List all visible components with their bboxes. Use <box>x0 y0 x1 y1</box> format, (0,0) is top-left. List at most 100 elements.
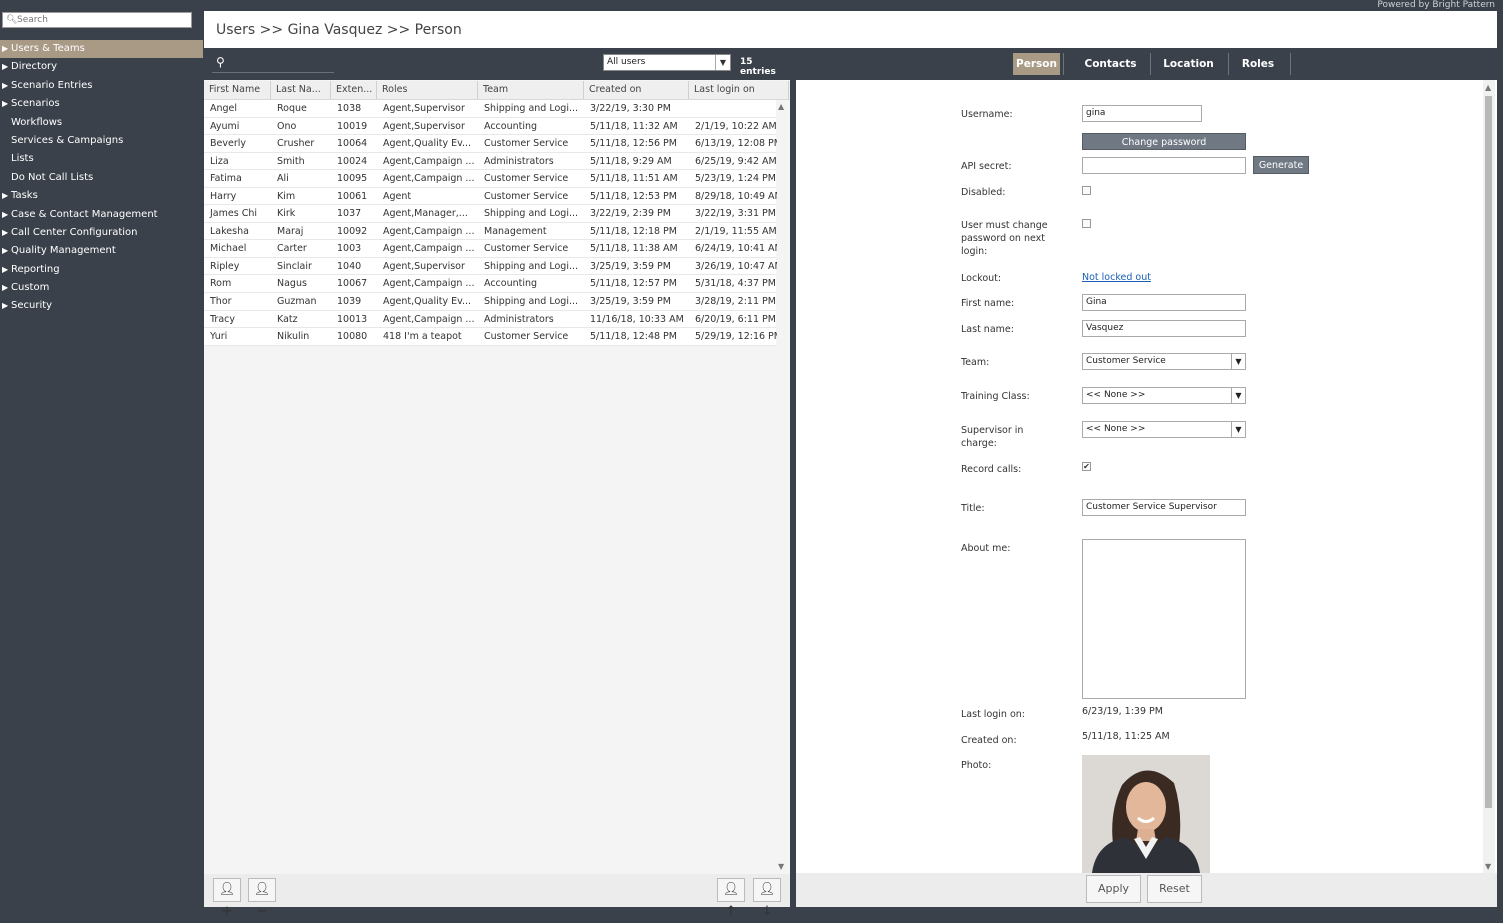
table-row[interactable]: Beverly Crusher 10064 Agent,Quality Ev... Cu… <box>204 135 779 153</box>
scroll-down-icon[interactable]: ▼ <box>1485 862 1491 871</box>
column-header[interactable]: Exten... <box>331 81 377 99</box>
table-row[interactable]: Ayumi Ono 10019 Agent,Supervisor Accounting 5… <box>204 117 777 136</box>
last-login-label: Last login on: <box>961 709 1026 720</box>
disabled-checkbox[interactable] <box>1082 186 1091 195</box>
column-header[interactable]: Team <box>478 81 584 99</box>
scroll-thumb[interactable] <box>1485 96 1492 808</box>
sidebar-item-users-teams[interactable]: ▶ Users & Teams <box>0 40 203 59</box>
table-cell: Kirk <box>277 208 296 220</box>
expand-arrow-icon[interactable]: ▶ <box>2 206 8 224</box>
lockout-link[interactable]: Not locked out <box>1082 272 1151 283</box>
generate-button[interactable]: Generate <box>1253 156 1309 174</box>
form-scrollbar[interactable]: ▲ ▼ <box>1483 80 1495 873</box>
table-cell: Customer Service <box>484 331 569 343</box>
expand-arrow-icon[interactable]: ▶ <box>2 279 8 297</box>
sidebar-item-workflows[interactable]: Workflows <box>0 114 203 132</box>
sidebar-item-lists[interactable]: Lists <box>0 150 203 168</box>
table-cell: 10061 <box>337 190 368 202</box>
table-cell: Shipping and Logi... <box>484 260 579 272</box>
column-header[interactable]: Last Na... <box>271 81 331 99</box>
expand-arrow-icon[interactable]: ▶ <box>2 224 8 242</box>
tab-location[interactable]: Location <box>1156 53 1221 75</box>
sidebar-item-custom[interactable]: ▶ Custom <box>0 279 203 297</box>
expand-arrow-icon[interactable]: ▶ <box>2 187 8 205</box>
expand-arrow-icon[interactable]: ▶ <box>2 40 8 58</box>
change-password-button[interactable]: Change password <box>1082 133 1246 150</box>
created-on-value: 5/11/18, 11:25 AM <box>1082 731 1170 742</box>
expand-arrow-icon[interactable]: ▶ <box>2 77 8 95</box>
title-input[interactable]: Customer Service Supervisor <box>1082 499 1246 516</box>
column-header[interactable]: Last login on <box>689 81 789 99</box>
table-cell: Beverly <box>210 138 246 150</box>
user-filter-select[interactable]: All users ▼ <box>603 54 731 71</box>
expand-arrow-icon[interactable]: ▶ <box>2 58 8 76</box>
column-header[interactable]: Roles <box>377 81 478 99</box>
table-row[interactable]: Fatima Ali 10095 Agent,Campaign ... Customer… <box>204 170 776 188</box>
username-input[interactable]: gina <box>1082 105 1202 122</box>
record-calls-checkbox[interactable]: ✔ <box>1082 462 1091 471</box>
import-users-button[interactable]: 👤︎↓ <box>753 878 781 919</box>
training-class-select[interactable]: << None >> ▼ <box>1082 387 1246 404</box>
expand-arrow-icon[interactable]: ▶ <box>2 242 8 260</box>
tab-person[interactable]: Person <box>1013 53 1060 75</box>
expand-arrow-icon[interactable]: ▶ <box>2 95 8 113</box>
sidebar-item-tasks[interactable]: ▶ Tasks <box>0 187 203 205</box>
first-name-input[interactable]: Gina <box>1082 294 1246 311</box>
sidebar-item-label: Scenario Entries <box>11 79 93 91</box>
export-users-button[interactable]: 👤︎↑ <box>717 878 745 919</box>
scroll-up-icon[interactable]: ▲ <box>778 102 784 111</box>
table-cell: Kim <box>277 190 296 202</box>
must-change-password-checkbox[interactable] <box>1082 219 1091 228</box>
sidebar-item-quality-management[interactable]: ▶ Quality Management <box>0 242 203 260</box>
table-cell: Michael <box>210 243 247 255</box>
table-row[interactable]: Lakesha Maraj 10092 Agent,Campaign ... Manag… <box>204 222 777 241</box>
table-row[interactable]: Michael Carter 1003 Agent,Campaign ... Custo… <box>204 240 779 258</box>
list-scrollbar[interactable]: ▲ ▼ <box>777 100 788 873</box>
api-secret-input[interactable] <box>1082 157 1246 174</box>
expand-arrow-icon[interactable]: ▶ <box>2 297 8 315</box>
table-cell: Rom <box>210 278 232 290</box>
table-row[interactable]: Angel Roque 1038 Agent,Supervisor Shipping a… <box>204 100 776 118</box>
table-row[interactable]: Rom Nagus 10067 Agent,Campaign ... Accountin… <box>204 275 776 294</box>
remove-user-button[interactable]: 👤︎− <box>248 878 276 919</box>
portrait-image <box>1082 755 1210 873</box>
sidebar-item-security[interactable]: ▶ Security <box>0 297 203 315</box>
table-row[interactable]: Harry Kim 10061 Agent Customer Service 5/11/1… <box>204 187 779 206</box>
sidebar-item-label: Do Not Call Lists <box>11 171 94 183</box>
sidebar-item-directory[interactable]: ▶ Directory <box>0 58 203 76</box>
list-search-input[interactable]: ⚲ <box>212 54 334 73</box>
scroll-up-icon[interactable]: ▲ <box>1485 83 1491 92</box>
add-user-button[interactable]: 👤︎+ <box>213 878 241 919</box>
column-header[interactable]: Created on <box>584 81 689 99</box>
sidebar-item-services-campaigns[interactable]: Services & Campaigns <box>0 132 203 150</box>
user-photo[interactable] <box>1082 755 1210 873</box>
sidebar-item-case-contact-management[interactable]: ▶ Case & Contact Management <box>0 206 203 224</box>
team-select[interactable]: Customer Service ▼ <box>1082 353 1246 370</box>
reset-button[interactable]: Reset <box>1147 875 1202 903</box>
sidebar-item-reporting[interactable]: ▶ Reporting <box>0 261 203 279</box>
apply-button[interactable]: Apply <box>1086 875 1141 903</box>
table-row[interactable]: Tracy Katz 10013 Agent,Campaign ... Administ… <box>204 310 776 329</box>
scroll-down-icon[interactable]: ▼ <box>778 862 784 871</box>
table-cell: Carter <box>277 243 307 255</box>
table-row[interactable]: James Chi Kirk 1037 Agent,Manager,... Shippi… <box>204 205 776 223</box>
sidebar-item-call-center-configuration[interactable]: ▶ Call Center Configuration <box>0 224 203 242</box>
supervisor-select[interactable]: << None >> ▼ <box>1082 421 1246 438</box>
table-cell: 6/20/19, 6:11 PM <box>695 313 776 325</box>
tab-contacts[interactable]: Contacts <box>1079 53 1142 75</box>
sidebar-search-input[interactable] <box>17 14 187 26</box>
table-row[interactable]: Yuri Nikulin 10080 418 I'm a teapot Customer… <box>204 328 779 346</box>
column-header[interactable]: First Name <box>204 81 271 99</box>
sidebar-item-do-not-call-lists[interactable]: Do Not Call Lists <box>0 169 203 187</box>
about-me-textarea[interactable] <box>1082 539 1246 699</box>
sidebar-item-scenario-entries[interactable]: ▶ Scenario Entries <box>0 77 203 95</box>
tab-roles[interactable]: Roles <box>1234 53 1282 75</box>
table-row[interactable]: Liza Smith 10024 Agent,Campaign ... Administ… <box>204 152 777 171</box>
expand-arrow-icon[interactable]: ▶ <box>2 261 8 279</box>
about-me-label: About me: <box>961 543 1011 554</box>
table-row[interactable]: Thor Guzman 1039 Agent,Quality Ev... Shippin… <box>204 293 776 311</box>
table-row[interactable]: Ripley Sinclair 1040 Agent,Supervisor Shippi… <box>204 257 779 276</box>
last-name-input[interactable]: Vasquez <box>1082 320 1246 337</box>
sidebar-item-scenarios[interactable]: ▶ Scenarios <box>0 95 203 113</box>
sidebar-search[interactable]: 🔍︎ <box>2 12 192 28</box>
